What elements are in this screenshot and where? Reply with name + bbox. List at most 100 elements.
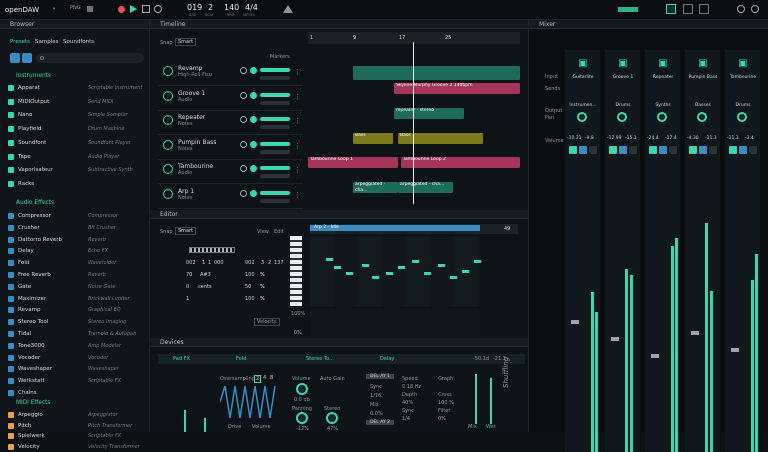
track-menu-dots[interactable]: ⋮	[294, 68, 301, 76]
record-icon[interactable]	[118, 6, 125, 13]
channel-output[interactable]: Synths	[647, 103, 679, 108]
pos-ticks[interactable]: 000	[214, 260, 224, 266]
solo-icon[interactable]	[250, 91, 257, 99]
arm-button[interactable]	[749, 146, 757, 154]
note[interactable]	[326, 258, 333, 261]
mixer-view-icon[interactable]	[699, 4, 709, 14]
track-menu-dots[interactable]: ⋮	[294, 117, 301, 125]
volume-slider[interactable]	[260, 92, 290, 97]
audio-item-4[interactable]: Fold	[18, 260, 29, 266]
audio-item-0[interactable]: Compressor	[18, 213, 51, 219]
note[interactable]	[398, 266, 405, 269]
menu-dots[interactable]: •	[52, 5, 56, 13]
search-input[interactable]	[36, 53, 144, 63]
clip-bass-1[interactable]: Bass	[353, 133, 393, 144]
velocity-value[interactable]: 100	[245, 272, 255, 278]
snap-indicator[interactable]: PNG	[70, 5, 81, 11]
audio-item-14[interactable]: Werkstatt	[18, 378, 45, 384]
dur-sixteenth[interactable]: 2	[268, 260, 271, 266]
editor-view-menu[interactable]: View	[257, 229, 269, 235]
pos-sixteenth[interactable]: 1	[208, 260, 211, 266]
track-menu-dots[interactable]: ⋮	[294, 142, 301, 150]
audio-item-12[interactable]: Vocoder	[18, 355, 40, 361]
pan-knob[interactable]	[577, 112, 587, 122]
volume-fader[interactable]	[731, 348, 739, 352]
dur-beat[interactable]: 3	[261, 260, 264, 266]
mute-icon[interactable]	[240, 165, 247, 172]
track-menu-dots[interactable]: ⋮	[294, 191, 301, 199]
pan-knob[interactable]	[737, 112, 747, 122]
loop-icon[interactable]	[154, 5, 162, 13]
clip-repeater[interactable]: repeater - stereo	[394, 108, 464, 119]
mute-icon[interactable]	[240, 67, 247, 74]
meter-display[interactable]: 4/4	[245, 3, 258, 12]
layout-icon[interactable]	[666, 4, 676, 14]
volume-slider[interactable]	[260, 190, 290, 195]
oversampling-8[interactable]: 8	[269, 375, 274, 381]
help-icon[interactable]	[751, 5, 759, 13]
depth-value[interactable]: 40%	[402, 400, 413, 406]
stop-button-icon[interactable]	[142, 5, 150, 13]
instruments-item-0[interactable]: Apparat	[18, 85, 40, 91]
delay-1-button[interactable]: DEL AY 1	[366, 374, 395, 379]
note[interactable]	[334, 266, 341, 269]
mute-button[interactable]	[729, 146, 737, 154]
volume-fader[interactable]	[571, 320, 579, 324]
midi-item-3[interactable]: Velocity	[18, 444, 40, 450]
filter-icon[interactable]	[10, 53, 20, 63]
track-header[interactable]: Groove 1 Audio ⋮	[158, 87, 303, 111]
instruments-item-5[interactable]: Tape	[18, 154, 31, 160]
tab-soundfonts[interactable]: Soundfonts	[63, 39, 94, 45]
dur-bar[interactable]: 002	[245, 260, 255, 266]
folder-icon[interactable]	[22, 53, 32, 63]
pitch-value[interactable]: 70	[186, 272, 192, 278]
instruments-item-6[interactable]: Vaporisateur	[18, 167, 53, 173]
filter-value[interactable]: 0%	[438, 416, 446, 422]
solo-icon[interactable]	[250, 189, 257, 197]
clips-area[interactable]: Skyline Murphy Groove 2 140bpm repeater …	[308, 42, 520, 204]
note[interactable]	[438, 264, 445, 267]
midi-item-0[interactable]: Arpeggio	[18, 412, 43, 418]
oversampling-4[interactable]: 4	[262, 375, 267, 381]
oversampling-2[interactable]: 2	[254, 375, 262, 383]
solo-button[interactable]	[579, 146, 587, 154]
device-pad-fx[interactable]: Pad FX	[173, 356, 190, 362]
audio-item-8[interactable]: Revamp	[18, 307, 40, 313]
pan-slider[interactable]	[260, 100, 290, 105]
track-header[interactable]: Pumpin Bass Notes ⋮	[158, 136, 303, 160]
instruments-item-4[interactable]: Soundfont	[18, 140, 46, 146]
stop-icon[interactable]	[87, 6, 93, 12]
arm-button[interactable]	[629, 146, 637, 154]
tab-samples[interactable]: Samples	[35, 39, 59, 45]
volume-slider[interactable]	[260, 166, 290, 170]
clip-tambourine-1[interactable]: Tambourine Loop 1	[308, 157, 398, 168]
play-count-value[interactable]: 1	[186, 296, 189, 302]
metronome-icon[interactable]	[283, 5, 293, 13]
arm-button[interactable]	[709, 146, 717, 154]
play-icon[interactable]	[130, 5, 137, 13]
sync-value[interactable]: 1/4	[402, 416, 410, 422]
note[interactable]	[462, 270, 469, 273]
channel-output[interactable]: Basses	[687, 103, 719, 108]
clip-tambourine-2[interactable]: Tambourine Loop 2	[401, 157, 520, 168]
solo-icon[interactable]	[250, 67, 257, 74]
grid-icon[interactable]	[683, 4, 693, 14]
audio-item-1[interactable]: Crusher	[18, 225, 40, 231]
note-grid[interactable]	[310, 237, 480, 307]
solo-icon[interactable]	[250, 165, 257, 172]
audio-item-10[interactable]: Tidal	[18, 331, 31, 337]
solo-button[interactable]	[699, 146, 707, 154]
audio-item-9[interactable]: Stereo Tool	[18, 319, 48, 325]
cross-value[interactable]: 100 %	[438, 400, 454, 406]
delay-sync-value[interactable]: 1/16	[370, 393, 381, 399]
volume-slider[interactable]	[260, 141, 290, 146]
pan-knob[interactable]	[617, 112, 627, 122]
delay-2-button[interactable]: DEL AY 2	[366, 420, 395, 425]
solo-button[interactable]	[659, 146, 667, 154]
note[interactable]	[362, 264, 369, 267]
dur-ticks[interactable]: 137	[274, 260, 284, 266]
editor-snap-select[interactable]: Smart	[175, 227, 197, 235]
note-length-selector[interactable]	[189, 247, 235, 253]
mute-button[interactable]	[609, 146, 617, 154]
bpm-display[interactable]: 140	[224, 3, 239, 12]
